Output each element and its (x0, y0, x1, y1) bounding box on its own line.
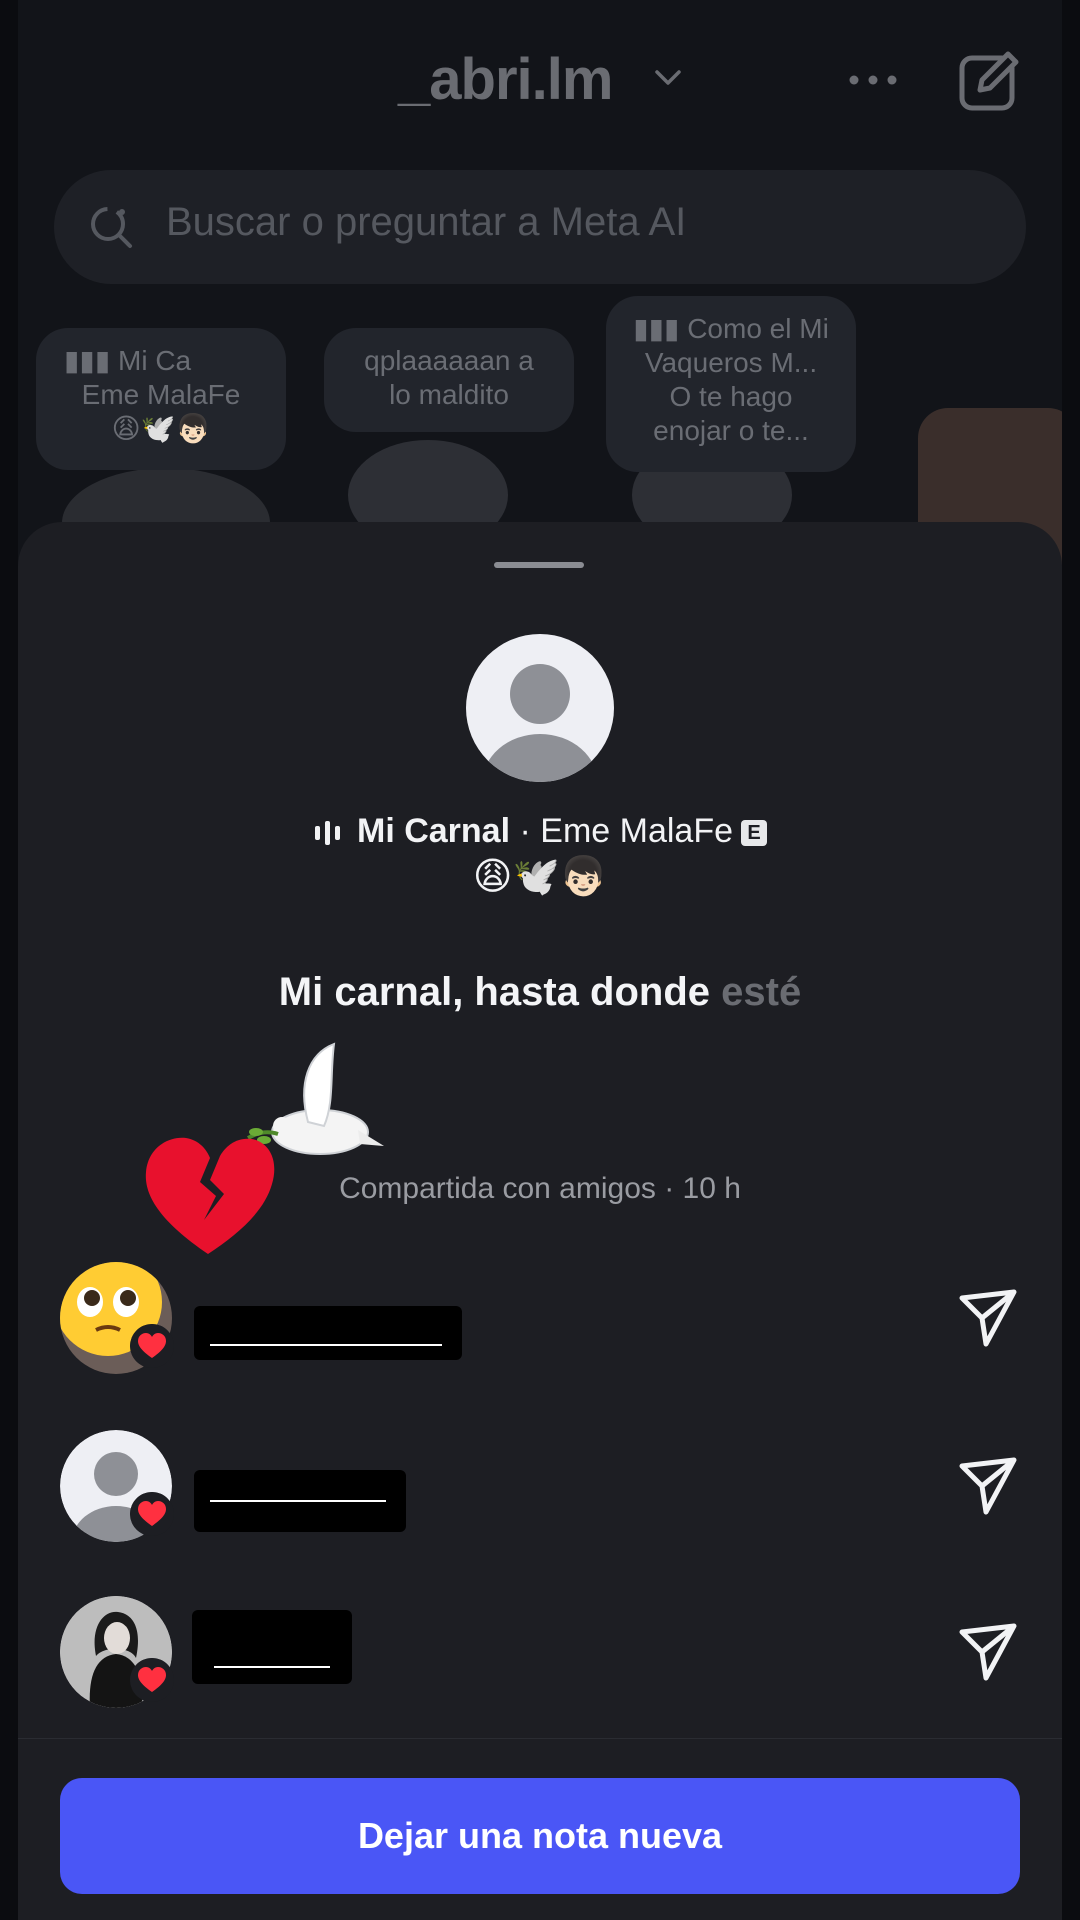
send-icon[interactable] (956, 1454, 1020, 1518)
divider (18, 1738, 1062, 1739)
reaction-row[interactable] (18, 1596, 1062, 1716)
note-line: Eme MalaFe (81, 379, 241, 410)
reaction-row[interactable] (18, 1430, 1062, 1550)
heart-reaction-icon (130, 1492, 174, 1536)
note-song-title: Como el Mi (687, 313, 829, 344)
compose-icon[interactable] (958, 50, 1020, 112)
equalizer-icon: ▮▮▮ (633, 313, 688, 344)
shared-info: Compartida con amigos · 10 h (339, 1172, 741, 1205)
song-title: Mi Carnal (357, 812, 511, 850)
redacted-username (192, 1610, 352, 1684)
note-line: Vaqueros M... (644, 347, 818, 378)
note-emojis: 😩🕊️👦🏻 (111, 413, 211, 444)
note-emojis: 😩🕊️👦🏻 (472, 856, 608, 898)
explicit-badge: E (741, 820, 767, 847)
equalizer-icon (315, 821, 340, 846)
note-author-avatar (466, 634, 614, 782)
redacted-username (194, 1306, 462, 1360)
note-bubble[interactable]: ▮▮▮ Mi Ca Eme MalaFe 😩🕊️👦🏻 (36, 328, 286, 470)
meta-ai-search-icon (91, 207, 132, 248)
redaction-line (210, 1344, 442, 1346)
chevron-down-icon[interactable] (654, 68, 682, 88)
equalizer-icon: ▮▮▮ (64, 345, 119, 376)
note-line: ▮▮▮ Como el Mi (624, 312, 838, 346)
top-bar: _abri.lm (18, 0, 1062, 160)
note-bubble[interactable]: qplaaaaaan a lo maldito (324, 328, 574, 432)
note-line: O te hago (669, 381, 793, 412)
note-text-main: Mi carnal, hasta donde (278, 970, 722, 1014)
note-bubble[interactable]: ▮▮▮ Como el Mi Vaqueros M... O te hago e… (606, 296, 856, 472)
redaction-line (214, 1666, 330, 1668)
note-line: enojar o te... (653, 415, 809, 446)
send-icon[interactable] (956, 1620, 1020, 1684)
note-text: Mi carnal, hasta donde esté (18, 970, 1062, 1015)
redacted-username (194, 1470, 406, 1532)
reaction-row[interactable] (18, 1262, 1062, 1382)
heart-reaction-icon (130, 1658, 174, 1702)
note-song-title: Mi Ca (118, 345, 192, 376)
leave-new-note-button[interactable]: Dejar una nota nueva (60, 1778, 1020, 1894)
more-options-icon[interactable] (848, 74, 898, 86)
search-bar[interactable] (54, 170, 1026, 284)
account-username[interactable]: _abri.lm (398, 46, 613, 113)
song-separator: · (510, 812, 541, 850)
redaction-line (210, 1500, 386, 1502)
app-frame: _abri.lm ▮▮▮ Mi Ca Eme MalaFe � (18, 0, 1062, 1920)
sheet-drag-handle[interactable] (494, 562, 584, 568)
song-artist: Eme MalaFe (540, 812, 733, 850)
note-line: qplaaaaaan a (364, 345, 534, 376)
search-input[interactable] (166, 200, 986, 245)
note-line: lo maldito (389, 379, 509, 410)
send-icon[interactable] (956, 1286, 1020, 1350)
note-line: ▮▮▮ Mi Ca (54, 344, 268, 378)
heart-reaction-icon (130, 1324, 174, 1368)
note-text-faded: esté (721, 970, 802, 1014)
note-detail-sheet: Mi Carnal · Eme MalaFe E 😩🕊️👦🏻 Mi carnal,… (18, 522, 1062, 1920)
song-info[interactable]: Mi Carnal · Eme MalaFe E (18, 812, 1062, 851)
